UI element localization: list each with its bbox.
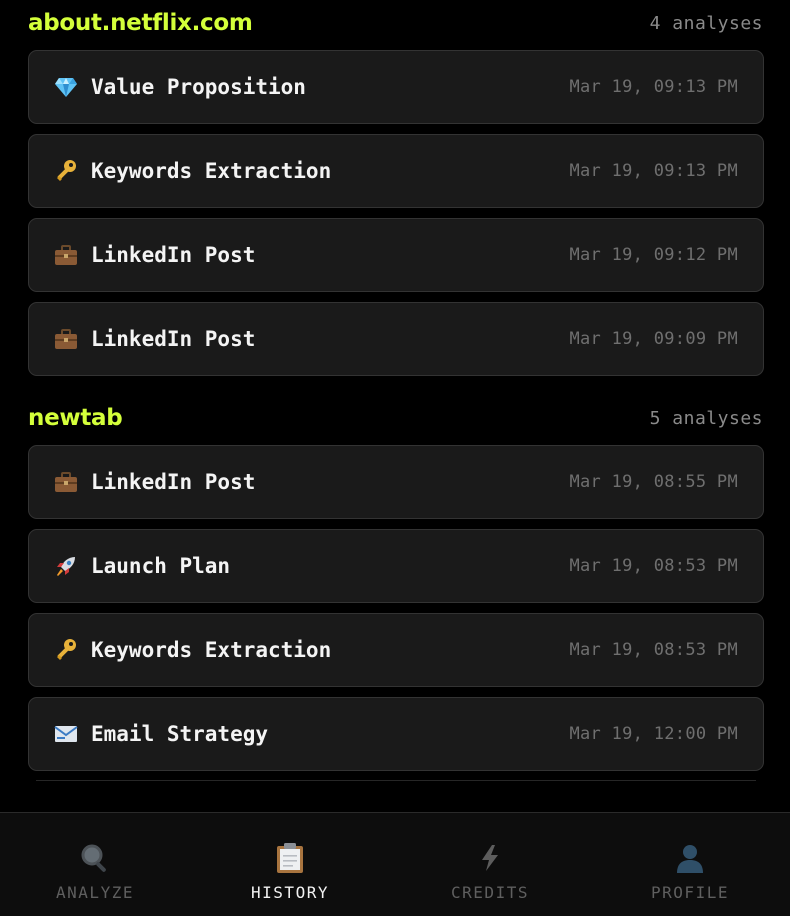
- card-timestamp: Mar 19, 12:00 PM: [569, 724, 738, 744]
- history-card[interactable]: Value Proposition Mar 19, 09:13 PM: [28, 50, 764, 124]
- nav-label: PROFILE: [651, 883, 729, 902]
- history-card[interactable]: Keywords Extraction Mar 19, 08:53 PM: [28, 613, 764, 687]
- history-card[interactable]: LinkedIn Post Mar 19, 08:55 PM: [28, 445, 764, 519]
- card-timestamp: Mar 19, 08:53 PM: [569, 640, 738, 660]
- group-count: 5 analyses: [649, 407, 763, 429]
- history-card[interactable]: Launch Plan Mar 19, 08:53 PM: [28, 529, 764, 603]
- briefcase-icon: [53, 470, 79, 494]
- history-card[interactable]: LinkedIn Post Mar 19, 09:09 PM: [28, 302, 764, 376]
- card-title: LinkedIn Post: [91, 470, 256, 494]
- group-title: about.netflix.com: [28, 10, 253, 36]
- nav-label: CREDITS: [451, 883, 529, 902]
- rocket-icon: [53, 554, 79, 578]
- list-divider: [36, 780, 756, 781]
- nav-profile[interactable]: PROFILE: [590, 813, 790, 916]
- group-count: 4 analyses: [649, 12, 763, 34]
- card-timestamp: Mar 19, 08:53 PM: [569, 556, 738, 576]
- clipboard-icon: [273, 841, 307, 875]
- card-timestamp: Mar 19, 09:13 PM: [569, 161, 738, 181]
- history-card[interactable]: Keywords Extraction Mar 19, 09:13 PM: [28, 134, 764, 208]
- user-icon: [673, 841, 707, 875]
- email-icon: [53, 722, 79, 746]
- card-timestamp: Mar 19, 09:09 PM: [569, 329, 738, 349]
- card-title: Keywords Extraction: [91, 638, 332, 662]
- group-header: newtab 5 analyses: [28, 403, 763, 433]
- briefcase-icon: [53, 243, 79, 267]
- nav-history[interactable]: HISTORY: [190, 813, 390, 916]
- nav-credits[interactable]: CREDITS: [390, 813, 590, 916]
- lightning-icon: [473, 841, 507, 875]
- nav-analyze[interactable]: ANALYZE: [0, 813, 190, 916]
- group-title: newtab: [28, 405, 123, 431]
- card-title: LinkedIn Post: [91, 327, 256, 351]
- card-timestamp: Mar 19, 09:12 PM: [569, 245, 738, 265]
- card-title: Launch Plan: [91, 554, 231, 578]
- history-list[interactable]: about.netflix.com 4 analyses Value Propo…: [0, 0, 790, 812]
- group-header: about.netflix.com 4 analyses: [28, 8, 763, 38]
- history-card[interactable]: LinkedIn Post Mar 19, 09:12 PM: [28, 218, 764, 292]
- briefcase-icon: [53, 327, 79, 351]
- gem-icon: [53, 75, 79, 99]
- card-timestamp: Mar 19, 09:13 PM: [569, 77, 738, 97]
- card-title: Keywords Extraction: [91, 159, 332, 183]
- nav-label: ANALYZE: [56, 883, 134, 902]
- card-title: Value Proposition: [91, 75, 306, 99]
- bottom-nav: ANALYZE HISTORY CREDITS PROFILE: [0, 812, 790, 916]
- card-title: LinkedIn Post: [91, 243, 256, 267]
- key-icon: [53, 638, 79, 662]
- nav-label: HISTORY: [251, 883, 329, 902]
- history-card[interactable]: Email Strategy Mar 19, 12:00 PM: [28, 697, 764, 771]
- card-title: Email Strategy: [91, 722, 269, 746]
- magnifier-icon: [78, 841, 112, 875]
- key-icon: [53, 159, 79, 183]
- card-timestamp: Mar 19, 08:55 PM: [569, 472, 738, 492]
